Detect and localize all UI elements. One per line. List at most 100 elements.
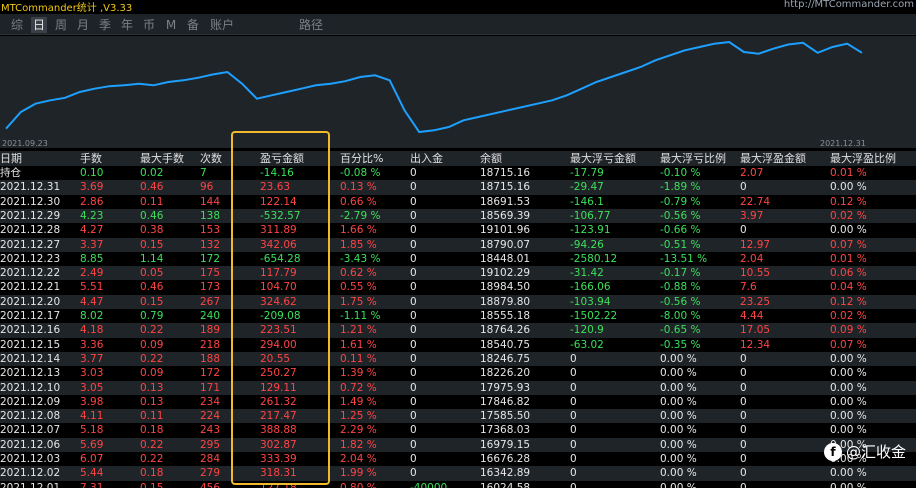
table-row[interactable]: 2021.12.10 3.05 0.13 171 129.11 0.72 % 0 17975.… — [0, 380, 916, 395]
tab-6[interactable]: 币 — [141, 17, 157, 33]
tab-2[interactable]: 周 — [53, 17, 69, 33]
cell-max-float-profit-pct: 0.12 % — [830, 195, 867, 208]
column-header-max_float_profit_pct[interactable]: 最大浮盈比例 — [830, 151, 896, 166]
cell-pct: -3.43 % — [340, 252, 381, 265]
cell-max-float-loss-pct: 0.00 % — [660, 367, 697, 380]
cell-balance: 18764.26 — [480, 324, 531, 337]
cell-flow: 0 — [410, 338, 417, 351]
cell-pnl: -14.16 — [260, 167, 294, 179]
table-row[interactable]: 2021.12.02 5.44 0.18 279 318.31 1.99 % 0 16342.… — [0, 466, 916, 481]
balance-chart: 2021.09.23 2021.12.31 — [0, 36, 916, 148]
column-header-max_lots[interactable]: 最大手数 — [140, 151, 184, 166]
table-row[interactable]: 2021.12.28 4.27 0.38 153 311.89 1.66 % 0 19101.… — [0, 223, 916, 237]
table-row[interactable]: 2021.12.22 2.49 0.05 175 117.79 0.62 % 0 19102.… — [0, 266, 916, 281]
table-row[interactable]: 2021.12.07 5.18 0.18 243 388.88 2.29 % 0 17368.… — [0, 423, 916, 437]
table-row[interactable]: 2021.12.30 2.86 0.11 144 122.14 0.66 % 0 18691.… — [0, 195, 916, 209]
cell-max-float-loss: 0 — [570, 438, 577, 451]
cell-balance: 19101.96 — [480, 224, 531, 237]
cell-max-float-profit-pct: 0.06 % — [830, 267, 867, 280]
cell-max-lots: 0.09 — [140, 338, 164, 351]
tab-0[interactable]: 综 — [9, 17, 25, 33]
table-row[interactable]: 2021.12.08 4.11 0.11 224 217.47 1.25 % 0 17585.… — [0, 409, 916, 424]
cell-pnl: 294.00 — [260, 338, 297, 351]
cell-count: 138 — [200, 209, 221, 222]
column-header-pnl[interactable]: 盈亏金额 — [260, 151, 304, 166]
cell-max-float-profit: 2.04 — [740, 252, 764, 265]
cell-balance: 17975.93 — [480, 381, 531, 394]
tab-5[interactable]: 年 — [119, 17, 135, 33]
cell-max-float-loss: -123.91 — [570, 224, 611, 237]
cell-max-float-loss-pct: -0.88 % — [660, 281, 701, 294]
cell-balance: 18448.01 — [480, 252, 531, 265]
table-row[interactable]: 2021.12.16 4.18 0.22 189 223.51 1.21 % 0 18764.… — [0, 323, 916, 338]
cell-max-float-loss-pct: 0.00 % — [660, 410, 697, 423]
cell-date: 2021.12.29 — [0, 209, 61, 222]
table-row[interactable]: 2021.12.20 4.47 0.15 267 324.62 1.75 % 0 18879.… — [0, 294, 916, 309]
cell-max-float-profit: 0 — [740, 381, 747, 394]
column-header-date[interactable]: 日期 — [0, 151, 22, 166]
tab-7[interactable]: M — [163, 17, 179, 33]
cell-date: 2021.12.15 — [0, 338, 61, 351]
cell-pnl: 342.06 — [260, 238, 297, 251]
cell-max-float-profit: 0 — [740, 352, 747, 365]
column-header-balance[interactable]: 余额 — [480, 151, 502, 166]
tab-4[interactable]: 季 — [97, 17, 113, 33]
table-row[interactable]: 2021.12.17 8.02 0.79 240 -209.08 -1.11 % 0 1855… — [0, 309, 916, 323]
cell-pct: 1.82 % — [340, 438, 377, 451]
table-row[interactable]: 2021.12.15 3.36 0.09 218 294.00 1.61 % 0 18540.… — [0, 338, 916, 352]
column-header-lots[interactable]: 手数 — [80, 151, 102, 166]
table-row[interactable]: 2021.12.06 5.69 0.22 295 302.87 1.82 % 0 16979.… — [0, 437, 916, 452]
table-row[interactable]: 2021.12.13 3.03 0.09 172 250.27 1.39 % 0 18226.… — [0, 366, 916, 380]
cell-count: 456 — [200, 481, 221, 488]
table-row[interactable]: 2021.12.27 3.37 0.15 132 342.06 1.85 % 0 18790.… — [0, 237, 916, 252]
tab-3[interactable]: 月 — [75, 17, 91, 33]
table-row[interactable]: 2021.12.21 5.51 0.46 173 104.70 0.55 % 0 18984.… — [0, 280, 916, 294]
cell-max-float-loss: 0 — [570, 352, 577, 365]
cell-lots: 4.23 — [80, 209, 104, 222]
cell-max-float-profit-pct: 0.07 % — [830, 338, 867, 351]
table-row[interactable]: 2021.12.14 3.77 0.22 188 20.55 0.11 % 0 18246.7… — [0, 351, 916, 367]
cell-count: 171 — [200, 381, 221, 394]
column-header-pct[interactable]: 百分比% — [340, 151, 383, 166]
cell-max-float-profit: 0 — [740, 424, 747, 437]
table-row[interactable]: 2021.12.31 3.69 0.46 96 23.63 0.13 % 0 18715.16… — [0, 180, 916, 195]
table-row[interactable]: 2021.12.09 3.98 0.13 234 261.32 1.49 % 0 17846.… — [0, 395, 916, 409]
cell-balance: 18715.16 — [480, 167, 531, 179]
cell-count: 224 — [200, 410, 221, 423]
tab-8[interactable]: 备 — [185, 17, 201, 33]
cell-flow: 0 — [410, 252, 417, 265]
table-row[interactable]: 2021.12.01 7.31 0.15 456 127.18 0.80 % -40000 1… — [0, 481, 916, 488]
watermark: f @汇收金 — [823, 441, 906, 462]
cell-date: 2021.12.01 — [0, 481, 61, 488]
column-header-max_float_loss[interactable]: 最大浮亏金额 — [570, 151, 636, 166]
tab-1[interactable]: 日 — [31, 17, 47, 33]
column-header-max_float_profit[interactable]: 最大浮盈金额 — [740, 151, 806, 166]
cell-date: 2021.12.27 — [0, 238, 61, 251]
cell-flow: -40000 — [410, 481, 448, 488]
column-header-flow[interactable]: 出入金 — [410, 151, 443, 166]
cell-balance: 18569.39 — [480, 209, 531, 222]
tab-10[interactable]: 路径 — [296, 17, 326, 33]
cell-max-float-profit-pct: 0.01 % — [830, 252, 867, 265]
table-row[interactable]: 持仓 0.10 0.02 7 -14.16 -0.08 % 0 18715.16 -17.79 -… — [0, 166, 916, 180]
cell-max-float-loss: -63.02 — [570, 338, 604, 351]
cell-count: 218 — [200, 338, 221, 351]
cell-date: 2021.12.06 — [0, 438, 61, 451]
column-header-max_float_loss_pct[interactable]: 最大浮亏比例 — [660, 151, 726, 166]
cell-max-float-profit: 0 — [740, 453, 747, 465]
table-row[interactable]: 2021.12.03 6.07 0.22 284 333.39 2.04 % 0 16676.… — [0, 452, 916, 466]
column-header-count[interactable]: 次数 — [200, 151, 222, 166]
cell-flow: 0 — [410, 410, 417, 423]
cell-pct: 1.75 % — [340, 295, 377, 308]
cell-max-float-profit-pct: 0.00 % — [830, 424, 867, 437]
cell-flow: 0 — [410, 281, 417, 294]
cell-flow: 0 — [410, 381, 417, 394]
table-row[interactable]: 2021.12.23 8.85 1.14 172 -654.28 -3.43 % 0 1844… — [0, 252, 916, 266]
table-row[interactable]: 2021.12.29 4.23 0.46 138 -532.57 -2.79 % 0 1856… — [0, 208, 916, 224]
cell-pnl: 104.70 — [260, 281, 297, 294]
cell-date: 2021.12.14 — [0, 352, 61, 365]
cell-lots: 3.05 — [80, 381, 104, 394]
cell-count: 7 — [200, 167, 207, 179]
tab-9[interactable]: 账户 — [207, 17, 237, 33]
website-link[interactable]: http://MTCommander.com — [784, 0, 914, 10]
